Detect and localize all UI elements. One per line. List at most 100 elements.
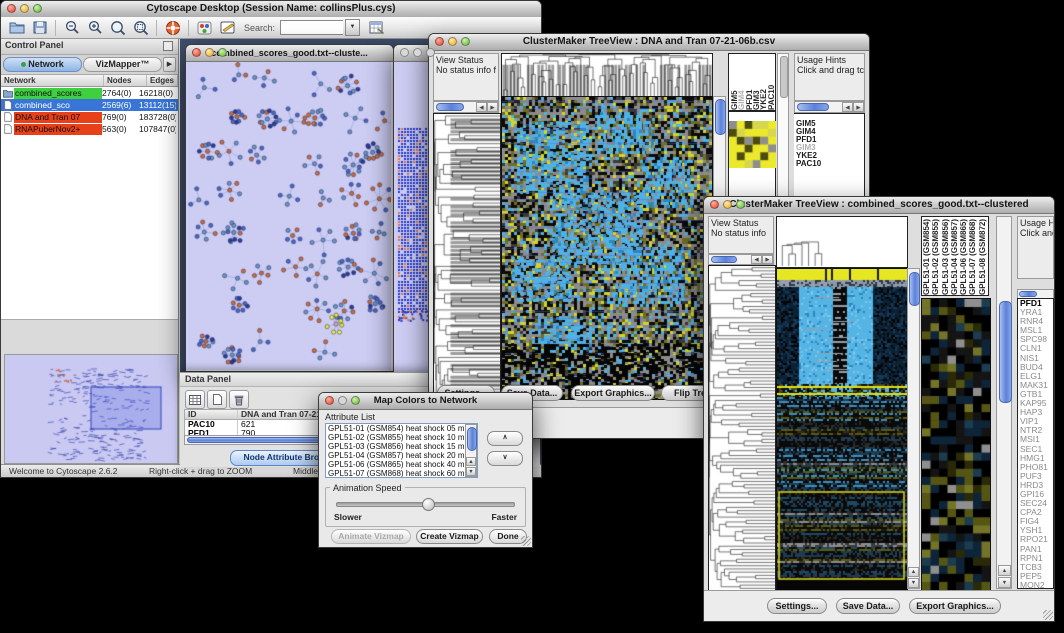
treeview2-title-bar[interactable]: ClusterMaker TreeView : combined_scores_… — [704, 197, 1054, 214]
search-dropdown-icon[interactable]: ▼ — [345, 19, 360, 36]
treeview1-title-bar[interactable]: ClusterMaker TreeView : DNA and Tran 07-… — [429, 34, 869, 51]
attribute-list-vscrollbar[interactable]: ▲ ▼ — [465, 424, 477, 477]
scroll-left-icon[interactable]: ◀ — [476, 102, 487, 112]
scroll-up-icon[interactable]: ▲ — [998, 565, 1011, 576]
scroll-left-icon[interactable]: ◀ — [842, 102, 853, 112]
row-dendrogram-canvas[interactable] — [708, 265, 776, 591]
scroll-down-icon[interactable]: ▼ — [466, 467, 476, 476]
zoom-heatmap-canvas[interactable] — [921, 298, 991, 591]
usage-hints-hscrollbar[interactable]: ◀ ▶ — [794, 101, 865, 113]
resize-grip[interactable] — [521, 536, 531, 546]
network-canvas[interactable] — [186, 62, 391, 370]
settings-button[interactable]: Settings... — [767, 598, 827, 614]
heatmap-canvas[interactable] — [776, 268, 908, 591]
attribute-list-item[interactable]: GPL51-03 (GSM856) heat shock 15 min — [326, 442, 477, 451]
animation-speed-slider[interactable] — [336, 502, 515, 507]
heatmap-canvas[interactable] — [501, 96, 713, 400]
create-vizmap-button[interactable]: Create Vizmap — [416, 529, 483, 544]
zoom-heatmap-canvas[interactable] — [729, 121, 776, 168]
vizmapper-icon[interactable] — [194, 18, 215, 37]
help-lifering-icon[interactable] — [162, 18, 183, 37]
attribute-browser-icon[interactable] — [366, 18, 387, 37]
new-attribute-icon[interactable] — [207, 390, 227, 409]
main-title-bar[interactable]: Cytoscape Desktop (Session Name: collins… — [1, 1, 541, 18]
scrollbar-thumb[interactable] — [436, 103, 464, 111]
network-overview-canvas[interactable] — [4, 354, 178, 464]
scroll-right-icon[interactable]: ▶ — [762, 255, 773, 264]
float-panel-icon[interactable] — [163, 41, 173, 51]
zoom-button[interactable] — [33, 4, 42, 13]
zoom-in-icon[interactable] — [84, 18, 105, 37]
table-mode-icon[interactable] — [185, 390, 205, 409]
scroll-left-icon[interactable]: ◀ — [751, 255, 762, 264]
tab-vizmapper[interactable]: VizMapper™ — [83, 57, 162, 72]
network-view-title-bar[interactable]: combined_scores_good.txt--cluste... — [186, 45, 393, 62]
save-data-button[interactable]: Save Data... — [836, 598, 900, 614]
attribute-list-item[interactable]: GPL51-06 (GSM865) heat shock 40 min — [326, 460, 477, 469]
zoom-button[interactable] — [218, 48, 227, 57]
scroll-down-icon[interactable]: ▼ — [908, 578, 919, 588]
minimize-button[interactable] — [205, 48, 214, 57]
search-input[interactable] — [280, 20, 343, 35]
scrollbar-thumb[interactable] — [711, 256, 737, 263]
scroll-up-icon[interactable]: ▲ — [466, 457, 476, 466]
scrollbar-thumb[interactable] — [715, 99, 726, 135]
close-button[interactable] — [192, 48, 201, 57]
export-graphics-button[interactable]: Export Graphics... — [571, 385, 655, 401]
zoom-out-icon[interactable] — [61, 18, 82, 37]
close-button[interactable] — [435, 37, 444, 46]
annotation-icon[interactable] — [217, 18, 238, 37]
move-up-button[interactable]: ∧ — [487, 431, 523, 446]
close-button[interactable] — [710, 200, 719, 209]
move-down-button[interactable]: ∨ — [487, 451, 523, 466]
background-network-canvas[interactable] — [394, 62, 431, 374]
minimize-button[interactable] — [413, 48, 422, 57]
row-dendrogram-canvas[interactable] — [433, 113, 501, 400]
minimize-button[interactable] — [20, 4, 29, 13]
save-session-icon[interactable] — [29, 18, 50, 37]
scrollbar-thumb[interactable] — [780, 56, 788, 98]
network-table-row[interactable]: combined_sco2569(6)13112(15) — [1, 99, 178, 111]
right-panel-vscrollbar[interactable]: ▲ ▼ — [996, 216, 1012, 589]
zoom-button[interactable] — [351, 396, 360, 405]
zoom-fit-icon[interactable] — [107, 18, 128, 37]
zoom-button[interactable] — [736, 200, 745, 209]
attribute-list-item[interactable]: GPL51-01 (GSM854) heat shock 05 min — [326, 424, 477, 433]
close-button[interactable] — [7, 4, 16, 13]
scroll-down-icon[interactable]: ▼ — [998, 577, 1011, 588]
slider-thumb[interactable] — [422, 498, 435, 511]
zoom-button[interactable] — [426, 48, 435, 57]
open-file-icon[interactable] — [6, 18, 27, 37]
tab-network[interactable]: Network — [3, 57, 82, 72]
zoom-selected-icon[interactable] — [130, 18, 151, 37]
column-dendrogram-canvas[interactable] — [501, 53, 713, 98]
zoom-button[interactable] — [461, 37, 470, 46]
minimize-button[interactable] — [723, 200, 732, 209]
delete-attribute-icon[interactable] — [229, 390, 249, 409]
resize-grip[interactable] — [1043, 610, 1053, 620]
scrollbar-thumb[interactable] — [797, 103, 829, 111]
scrollbar-thumb[interactable] — [999, 301, 1012, 403]
scrollbar-thumb[interactable] — [1019, 291, 1037, 297]
minimize-button[interactable] — [448, 37, 457, 46]
scroll-up-icon[interactable]: ▲ — [908, 567, 919, 577]
scrollbar-thumb[interactable] — [467, 427, 477, 451]
attribute-list-item[interactable]: GPL51-04 (GSM857) heat shock 20 min — [326, 451, 477, 460]
column-dendrogram-canvas[interactable] — [776, 216, 908, 268]
network-table-row[interactable]: DNA and Tran 07769(0)183728(0) — [1, 111, 178, 123]
attribute-list-item[interactable]: GPL51-02 (GSM855) heat shock 10 min — [326, 433, 477, 442]
scroll-right-icon[interactable]: ▶ — [853, 102, 864, 112]
heatmap-vscrollbar[interactable]: ▲ ▼ — [907, 268, 920, 589]
close-button[interactable] — [400, 48, 409, 57]
minimize-button[interactable] — [338, 396, 347, 405]
scroll-right-icon[interactable]: ▶ — [487, 102, 498, 112]
gene-list-item[interactable]: MON2 — [1018, 581, 1053, 589]
attribute-list-item[interactable]: GPL51-07 (GSM868) heat shock 60 min — [326, 469, 477, 478]
animate-vizmap-button[interactable]: Animate Vizmap — [331, 529, 411, 544]
network-table-row[interactable]: RNAPuberNov2+563(0)107847(0) — [1, 123, 178, 135]
close-button[interactable] — [325, 396, 334, 405]
dialog-title-bar[interactable]: Map Colors to Network — [319, 393, 532, 410]
scrollbar-thumb[interactable] — [909, 272, 920, 306]
view-status-hscrollbar[interactable]: ◀ ▶ — [433, 101, 499, 113]
network-table-row[interactable]: combined_scores2764(0)16218(0) — [1, 87, 178, 99]
